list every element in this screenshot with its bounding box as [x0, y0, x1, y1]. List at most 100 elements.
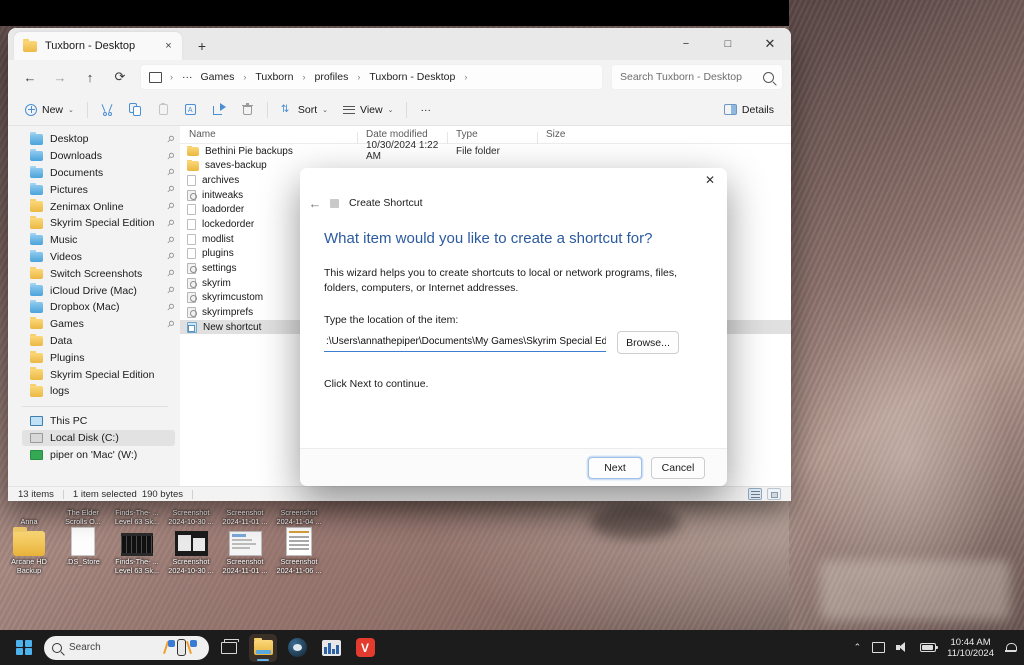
sidebar-item-games[interactable]: Games ⚲: [8, 316, 180, 333]
column-header-date-modified[interactable]: Date modified: [357, 129, 447, 144]
tiles-view-icon[interactable]: [767, 488, 781, 500]
taskbar-monitor-button[interactable]: [317, 634, 345, 662]
sidebar-item-documents[interactable]: Documents ⚲: [8, 165, 180, 182]
status-divider: [62, 489, 64, 499]
pin-icon[interactable]: ⚲: [164, 184, 177, 196]
taskbar-search-input[interactable]: Search: [44, 635, 209, 660]
breadcrumb-overflow[interactable]: ···: [179, 69, 196, 85]
taskbar-steam-button[interactable]: [283, 634, 311, 662]
pin-icon[interactable]: ⚲: [164, 318, 177, 330]
breadcrumb-item-games[interactable]: Games: [198, 69, 238, 85]
details-view-icon[interactable]: [748, 488, 762, 500]
forward-icon[interactable]: →: [46, 64, 74, 90]
config-file-icon: [187, 262, 197, 274]
desktop-icon[interactable]: Screenshot 2024-11-06 ...: [272, 526, 326, 598]
breadcrumb-item-tuxborn[interactable]: Tuxborn: [252, 69, 296, 85]
column-header-type[interactable]: Type: [447, 129, 537, 144]
share-button[interactable]: [206, 97, 233, 123]
close-tab-icon[interactable]: ×: [161, 39, 176, 54]
desktop-icon[interactable]: Finds-The- ... Level 63 Sk...: [110, 526, 164, 598]
dialog-back-icon[interactable]: ←: [300, 192, 330, 214]
refresh-icon[interactable]: ⟳: [106, 64, 134, 90]
sidebar-item-data[interactable]: Data: [8, 333, 180, 350]
details-pane-button[interactable]: Details: [717, 97, 781, 123]
minimize-icon[interactable]: −: [665, 28, 707, 60]
sidebar-item-piper-on-mac-w[interactable]: piper on 'Mac' (W:): [8, 446, 180, 463]
pin-icon[interactable]: ⚲: [164, 301, 177, 313]
sidebar-item-downloads[interactable]: Downloads ⚲: [8, 148, 180, 165]
delete-button[interactable]: [234, 97, 261, 123]
volume-icon[interactable]: [896, 642, 909, 653]
this-pc-icon[interactable]: [149, 71, 162, 83]
back-icon[interactable]: ←: [16, 64, 44, 90]
taskbar-file-explorer-button[interactable]: [249, 633, 277, 662]
pin-icon[interactable]: ⚲: [164, 200, 177, 212]
file-name-label: loadorder: [202, 204, 245, 216]
pin-icon[interactable]: ⚲: [164, 284, 177, 296]
breadcrumb-item-profiles[interactable]: profiles: [311, 69, 351, 85]
sidebar-item-music[interactable]: Music ⚲: [8, 232, 180, 249]
sidebar-item-zenimax-online[interactable]: Zenimax Online ⚲: [8, 198, 180, 215]
sidebar-item-dropbox-mac[interactable]: Dropbox (Mac) ⚲: [8, 299, 180, 316]
computer-icon: [30, 416, 43, 427]
maximize-icon[interactable]: □: [707, 28, 749, 60]
sidebar-item-logs[interactable]: logs: [8, 383, 180, 400]
pin-icon[interactable]: ⚲: [164, 217, 177, 229]
location-input[interactable]: :\Users\annathepiper\Documents\My Games\…: [324, 333, 606, 352]
sidebar-item-this-pc[interactable]: This PC: [8, 413, 180, 430]
notifications-icon[interactable]: [1005, 642, 1017, 654]
sidebar-item-videos[interactable]: Videos ⚲: [8, 249, 180, 266]
new-button[interactable]: New ⌄: [18, 97, 81, 123]
sidebar-item-local-disk-c[interactable]: Local Disk (C:): [22, 429, 175, 447]
pin-icon[interactable]: ⚲: [164, 133, 177, 145]
battery-icon[interactable]: [920, 643, 939, 652]
location-input-value: :\Users\annathepiper\Documents\My Games\…: [326, 336, 606, 347]
desktop-icon[interactable]: Screenshot 2024-11-01 ...: [218, 526, 272, 598]
next-button[interactable]: Next: [588, 456, 642, 479]
cut-button[interactable]: [94, 97, 121, 123]
sidebar-item-skyrim-special-edition-2[interactable]: Skyrim Special Edition: [8, 366, 180, 383]
pin-icon[interactable]: ⚲: [164, 150, 177, 162]
navigation-pane[interactable]: Desktop ⚲ Downloads ⚲ Documents ⚲ Pictur…: [8, 126, 180, 486]
pin-icon[interactable]: ⚲: [164, 268, 177, 280]
breadcrumb-item-tuxborn-desktop[interactable]: Tuxborn - Desktop: [366, 69, 458, 85]
copy-button[interactable]: [122, 97, 149, 123]
pin-icon[interactable]: ⚲: [164, 251, 177, 263]
column-header-size[interactable]: Size: [537, 129, 597, 144]
sidebar-item-desktop[interactable]: Desktop ⚲: [8, 131, 180, 148]
new-tab-icon[interactable]: +: [191, 35, 213, 57]
cancel-button[interactable]: Cancel: [651, 456, 705, 479]
sidebar-item-label: Games: [50, 318, 84, 331]
sidebar-item-icloud-drive-mac[interactable]: iCloud Drive (Mac) ⚲: [8, 282, 180, 299]
paste-button[interactable]: [150, 97, 177, 123]
view-button[interactable]: View ⌄: [336, 97, 400, 123]
browse-button[interactable]: Browse...: [617, 331, 679, 354]
selection-size-label: 190 bytes: [141, 488, 184, 500]
desktop-icon[interactable]: Screenshot 2024-10-30 ...: [164, 526, 218, 598]
sidebar-item-plugins[interactable]: Plugins: [8, 349, 180, 366]
sidebar-item-skyrim-special-edition[interactable]: Skyrim Special Edition ⚲: [8, 215, 180, 232]
taskbar-vivaldi-button[interactable]: V: [351, 634, 379, 662]
table-row[interactable]: Bethini Pie backups 10/30/2024 1:22 AM F…: [180, 140, 791, 162]
sort-button[interactable]: ⇅ Sort ⌄: [274, 97, 335, 123]
up-icon[interactable]: ↑: [76, 64, 104, 90]
search-input[interactable]: Search Tuxborn - Desktop: [611, 64, 783, 90]
rename-button[interactable]: A: [178, 97, 205, 123]
column-header-name[interactable]: Name: [180, 129, 357, 140]
clock[interactable]: 10:44 AM 11/10/2024: [947, 637, 994, 659]
sidebar-item-switch-screenshots[interactable]: Switch Screenshots ⚲: [8, 265, 180, 282]
breadcrumb[interactable]: › ··· Games › Tuxborn › profiles › Tuxbo…: [140, 64, 603, 90]
desktop-icon[interactable]: Arcane HD Backup: [2, 526, 56, 598]
sidebar-item-pictures[interactable]: Pictures ⚲: [8, 181, 180, 198]
more-options-button[interactable]: ···: [413, 97, 438, 123]
tab-tuxborn-desktop[interactable]: Tuxborn - Desktop ×: [14, 32, 182, 60]
network-icon[interactable]: [872, 642, 886, 653]
desktop-icon[interactable]: .DS_Store: [56, 526, 110, 598]
pin-icon[interactable]: ⚲: [164, 234, 177, 246]
pin-icon[interactable]: ⚲: [164, 167, 177, 179]
close-window-icon[interactable]: ✕: [749, 28, 791, 60]
tray-overflow-icon[interactable]: ⌃: [854, 642, 862, 653]
task-view-button[interactable]: [215, 634, 243, 662]
dialog-close-icon[interactable]: ✕: [693, 168, 727, 192]
start-button[interactable]: [10, 634, 38, 662]
